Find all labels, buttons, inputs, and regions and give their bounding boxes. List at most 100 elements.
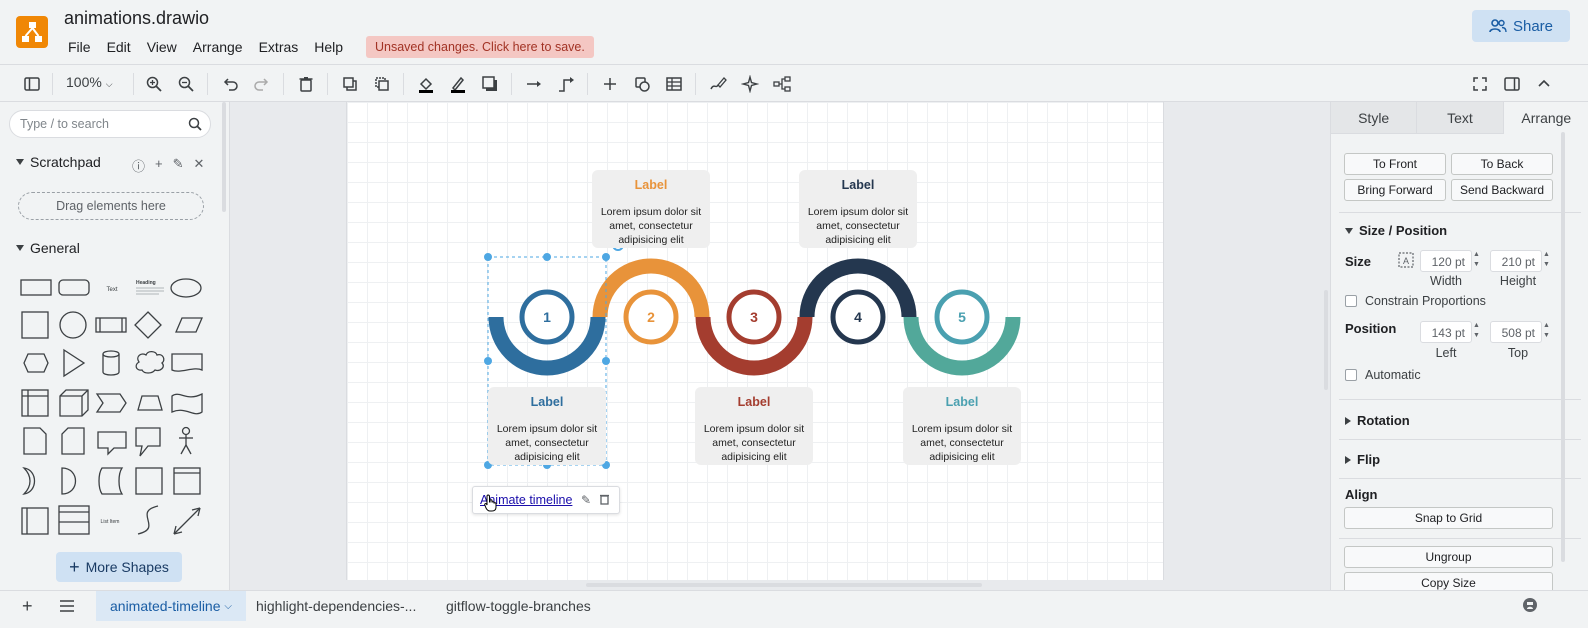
shape-heading[interactable]: Heading	[136, 280, 156, 286]
add-icon[interactable]: +	[155, 156, 163, 175]
insert-icon[interactable]	[599, 73, 621, 95]
share-button[interactable]: Share	[1472, 10, 1570, 42]
shape-curve[interactable]	[137, 505, 159, 535]
shape-container[interactable]	[173, 467, 201, 495]
shape-document[interactable]	[171, 353, 203, 372]
shape-speech[interactable]	[135, 427, 161, 457]
shape-palette[interactable]: Text Heading List Item	[14, 270, 214, 560]
shape-actor[interactable]	[179, 426, 193, 455]
help-icon[interactable]: ⓘ	[132, 156, 145, 175]
unsaved-changes-button[interactable]: Unsaved changes. Click here to save.	[366, 36, 594, 58]
shape-cylinder[interactable]	[102, 350, 120, 376]
page-tab-highlight-dependencies[interactable]: highlight-dependencies-...	[242, 591, 430, 621]
pages-menu-icon[interactable]	[59, 600, 75, 612]
tab-text[interactable]: Text	[1417, 102, 1504, 134]
shape-parallelogram[interactable]	[175, 317, 203, 333]
diagram-page[interactable]: 1 2 3 4 5 Label Lorem ipsum dolor sit am…	[346, 102, 1164, 580]
bring-forward-button[interactable]: Bring Forward	[1344, 179, 1446, 201]
canvas-horizontal-scrollbar[interactable]	[586, 583, 982, 587]
shape-note[interactable]	[23, 427, 47, 455]
size-position-header[interactable]: Size / Position	[1345, 223, 1447, 238]
menu-view[interactable]: View	[139, 37, 185, 57]
menu-edit[interactable]: Edit	[99, 37, 139, 57]
canvas-vertical-scrollbar[interactable]	[1324, 290, 1328, 390]
table-icon[interactable]	[663, 73, 685, 95]
shape-data-storage[interactable]	[98, 467, 124, 495]
shape-cloud[interactable]	[135, 350, 165, 374]
delete-icon[interactable]	[295, 73, 317, 95]
collapse-icon[interactable]	[1533, 73, 1555, 95]
close-icon[interactable]: ✕	[194, 156, 205, 175]
github-icon[interactable]	[1522, 597, 1538, 613]
to-front-button[interactable]: To Front	[1344, 153, 1446, 175]
shadow-icon[interactable]	[479, 73, 501, 95]
add-page-icon[interactable]: +	[22, 596, 33, 617]
copy-size-button[interactable]: Copy Size	[1344, 572, 1553, 590]
autosize-icon[interactable]: A	[1397, 251, 1415, 269]
timeline-diagram[interactable]: 1 2 3 4 5	[347, 102, 1165, 580]
flip-header[interactable]: Flip	[1345, 452, 1380, 467]
freehand-icon[interactable]	[707, 73, 729, 95]
scratchpad-header[interactable]: Scratchpad	[16, 154, 101, 170]
shape-tape[interactable]	[171, 392, 203, 415]
top-stepper[interactable]: ▲ ▼	[1543, 321, 1551, 343]
to-back-icon[interactable]	[371, 73, 393, 95]
zoom-select[interactable]: 100% ⌵	[66, 74, 113, 90]
fill-color-icon[interactable]	[415, 73, 437, 95]
shape-search[interactable]	[9, 110, 211, 138]
edit-link-icon[interactable]: ✎	[581, 493, 591, 507]
shape-ellipse[interactable]	[170, 278, 202, 298]
shape-bidirectional-arrow[interactable]	[173, 507, 201, 535]
shape-card[interactable]	[61, 427, 85, 455]
connection-icon[interactable]	[523, 73, 545, 95]
zoom-in-icon[interactable]	[143, 73, 165, 95]
layout-icon[interactable]	[771, 73, 793, 95]
scratchpad-dropzone[interactable]: Drag elements here	[18, 192, 204, 220]
card-bottom-1[interactable]: Label Lorem ipsum dolor sit amet, consec…	[488, 387, 606, 465]
more-shapes-button[interactable]: + More Shapes	[56, 552, 182, 582]
search-input[interactable]	[20, 117, 180, 131]
undo-icon[interactable]	[219, 73, 241, 95]
width-input[interactable]: 120 pt	[1420, 250, 1472, 272]
card-bottom-2[interactable]: Label Lorem ipsum dolor sit amet, consec…	[695, 387, 813, 465]
shape-trapezoid[interactable]	[137, 395, 163, 411]
shape-callout[interactable]	[97, 431, 127, 456]
to-back-button[interactable]: To Back	[1451, 153, 1553, 175]
tab-arrange[interactable]: Arrange	[1503, 102, 1588, 134]
shape-hexagon[interactable]	[23, 353, 49, 373]
left-input[interactable]: 143 pt	[1420, 321, 1472, 343]
to-front-icon[interactable]	[339, 73, 361, 95]
shape-square-2[interactable]	[135, 467, 163, 495]
line-color-icon[interactable]	[447, 73, 469, 95]
waypoints-icon[interactable]	[555, 73, 577, 95]
shape-list[interactable]	[58, 505, 90, 535]
shape-triangle[interactable]	[63, 348, 86, 378]
page-tab-animated-timeline[interactable]: animated-timeline ⌵	[96, 591, 246, 621]
redo-icon[interactable]	[251, 73, 273, 95]
shapes-icon[interactable]	[631, 73, 653, 95]
card-top-2[interactable]: Label Lorem ipsum dolor sit amet, consec…	[799, 170, 917, 248]
width-stepper[interactable]: ▲ ▼	[1473, 250, 1481, 272]
shape-step[interactable]	[95, 393, 127, 413]
menu-help[interactable]: Help	[306, 37, 351, 57]
card-top-1[interactable]: Label Lorem ipsum dolor sit amet, consec…	[592, 170, 710, 248]
card-bottom-3[interactable]: Label Lorem ipsum dolor sit amet, consec…	[903, 387, 1021, 465]
constrain-proportions-checkbox[interactable]: Constrain Proportions	[1345, 294, 1486, 308]
edit-icon[interactable]: ✎	[173, 156, 184, 175]
page-tab-gitflow-toggle-branches[interactable]: gitflow-toggle-branches	[432, 591, 605, 621]
document-title[interactable]: animations.drawio	[64, 8, 209, 29]
menu-arrange[interactable]: Arrange	[185, 37, 251, 57]
delete-link-icon[interactable]	[599, 493, 610, 508]
chevron-down-icon[interactable]: ⌵	[224, 601, 232, 612]
shape-rounded-rectangle[interactable]	[58, 279, 90, 296]
shape-swimlane[interactable]	[21, 507, 49, 535]
canvas-area[interactable]: 1 2 3 4 5 Label Lorem ipsum dolor sit am…	[230, 102, 1330, 590]
format-panel-scrollbar[interactable]	[1561, 132, 1565, 562]
shape-and[interactable]	[61, 467, 77, 495]
rotation-header[interactable]: Rotation	[1345, 413, 1410, 428]
shape-or[interactable]	[22, 467, 36, 495]
top-input[interactable]: 508 pt	[1490, 321, 1542, 343]
fullscreen-icon[interactable]	[1469, 73, 1491, 95]
shape-circle[interactable]	[59, 311, 87, 339]
shape-internal-storage[interactable]	[21, 389, 49, 417]
